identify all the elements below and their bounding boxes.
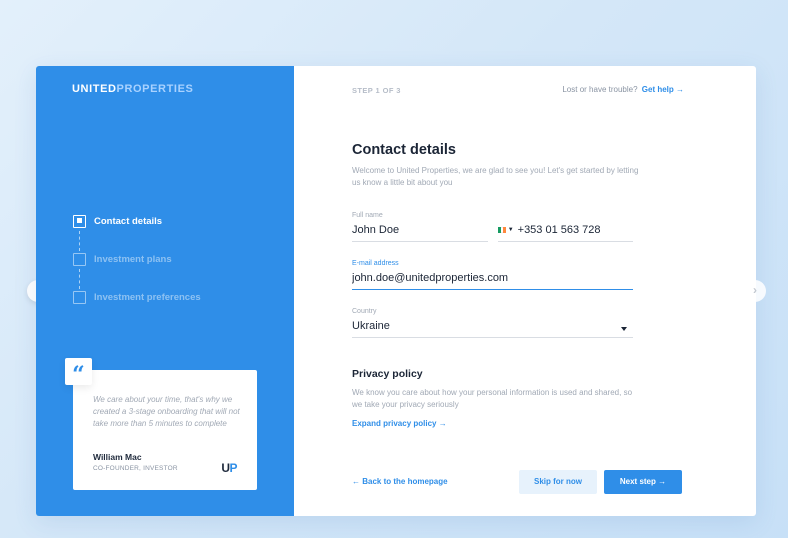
onboarding-card: UNITEDPROPERTIES Contact details Investm…	[36, 66, 756, 516]
phone-field[interactable]: ▼	[498, 212, 633, 242]
step-connector	[79, 231, 80, 251]
phone-input[interactable]	[517, 222, 633, 238]
testimonial-card: We care about your time, that's why we c…	[73, 370, 257, 490]
testimonial-text: We care about your time, that's why we c…	[93, 395, 240, 428]
email-field[interactable]: E-mail address	[352, 260, 633, 290]
country-select[interactable]: Country Ukraine	[352, 308, 633, 338]
help-prompt: Lost or have trouble? Get help →	[562, 85, 684, 94]
full-name-label: Full name	[352, 212, 383, 219]
carousel-next-button[interactable]: ›	[744, 280, 766, 302]
page-title: Contact details	[352, 142, 456, 158]
step-item-investment-plans[interactable]: Investment plans	[73, 252, 201, 289]
testimonial-author: William Mac	[93, 452, 142, 462]
up-logo: UP	[221, 461, 237, 475]
flag-stripe	[503, 227, 506, 233]
email-input[interactable]	[352, 270, 633, 286]
expand-privacy-link[interactable]: Expand privacy policy →	[352, 419, 447, 428]
step-label: Contact details	[94, 215, 163, 227]
quote-icon: “	[65, 358, 92, 388]
step-checkbox-icon	[73, 290, 86, 304]
privacy-title: Privacy policy	[352, 368, 423, 380]
step-label: Investment plans	[94, 253, 172, 265]
brand-logo: UNITEDPROPERTIES	[72, 83, 194, 95]
email-label: E-mail address	[352, 260, 399, 267]
step-counter: STEP 1 OF 3	[352, 86, 401, 95]
dropdown-arrow-icon	[621, 327, 627, 331]
ireland-flag-icon[interactable]	[498, 227, 506, 233]
full-name-field[interactable]: Full name	[352, 212, 488, 242]
chevron-right-icon: ›	[753, 283, 757, 297]
page-subtitle: Welcome to United Properties, we are gla…	[352, 166, 639, 187]
sidebar: UNITEDPROPERTIES Contact details Investm…	[36, 66, 294, 516]
step-label: Investment preferences	[94, 291, 201, 303]
next-step-button[interactable]: Next step →	[604, 470, 682, 494]
back-to-homepage-link[interactable]: ← Back to the homepage	[352, 477, 448, 486]
country-label: Country	[352, 308, 377, 315]
get-help-link[interactable]: Get help →	[642, 85, 684, 94]
country-value: Ukraine	[352, 320, 390, 332]
full-name-input[interactable]	[352, 222, 488, 238]
testimonial-role: CO-FOUNDER, INVESTOR	[93, 465, 178, 472]
step-item-investment-preferences[interactable]: Investment preferences	[73, 290, 201, 304]
step-checkbox-icon	[73, 252, 86, 266]
step-list: Contact details Investment plans Investm…	[73, 214, 201, 328]
step-connector	[79, 269, 80, 289]
privacy-text: We know you care about how your personal…	[352, 388, 633, 409]
step-item-contact-details[interactable]: Contact details	[73, 214, 201, 251]
step-checkbox-icon	[73, 214, 86, 228]
skip-button[interactable]: Skip for now	[519, 470, 597, 494]
main-panel: STEP 1 OF 3 Lost or have trouble? Get he…	[294, 66, 756, 516]
chevron-down-icon[interactable]: ▼	[508, 227, 514, 233]
